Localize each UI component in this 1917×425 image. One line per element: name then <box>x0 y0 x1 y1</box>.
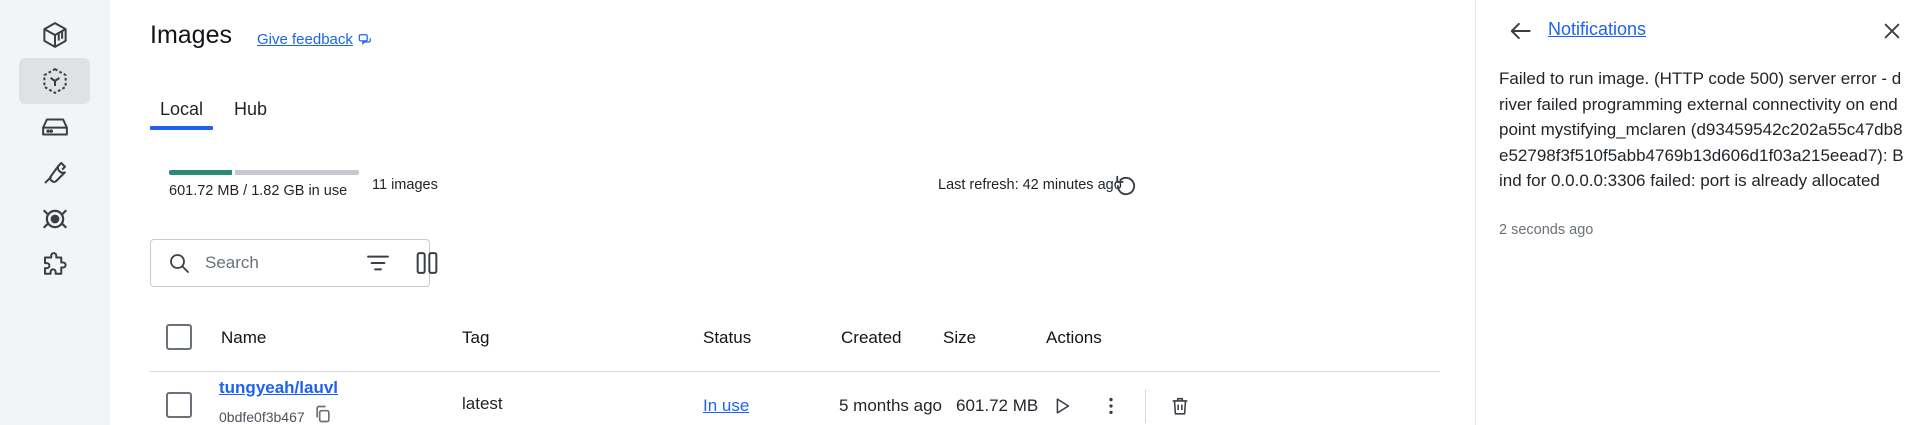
give-feedback-link[interactable]: Give feedback <box>257 31 372 48</box>
image-id: 0bdfe0f3b467 <box>219 409 305 425</box>
containers-icon <box>42 22 67 48</box>
refresh-button[interactable] <box>1110 170 1142 202</box>
disk-usage-text: 601.72 MB / 1.82 GB in use <box>169 183 348 199</box>
search-icon <box>170 254 189 273</box>
close-icon <box>1884 23 1900 39</box>
select-all-checkbox[interactable] <box>166 324 192 350</box>
notifications-panel: Notifications Failed to run image. (HTTP… <box>1475 0 1917 425</box>
disk-usage-fill <box>169 170 232 175</box>
actions-divider <box>1145 389 1146 423</box>
trash-icon <box>1172 397 1188 415</box>
refresh-icon <box>1116 175 1136 196</box>
sidebar-item-builds[interactable] <box>19 150 90 196</box>
feedback-icon <box>358 33 371 45</box>
columns-icon <box>416 252 438 274</box>
more-vertical-icon <box>1109 397 1113 415</box>
tab-hub[interactable]: Hub <box>224 98 277 130</box>
table-header: Name Tag Status Created Size Actions <box>150 318 1440 372</box>
image-count: 11 images <box>372 177 438 193</box>
disk-usage-gap <box>232 170 235 175</box>
row-checkbox[interactable] <box>166 392 192 418</box>
notification-time: 2 seconds ago <box>1499 222 1594 238</box>
column-size[interactable]: Size <box>943 328 976 348</box>
status-link[interactable]: In use <box>703 396 749 416</box>
back-button[interactable] <box>1506 16 1536 46</box>
images-icon <box>42 68 67 94</box>
image-tag: latest <box>462 394 503 413</box>
tab-bar: Local Hub <box>150 98 288 130</box>
column-status[interactable]: Status <box>703 328 751 348</box>
disk-usage-bar <box>169 170 359 175</box>
filter-icon <box>367 255 389 271</box>
column-tag[interactable]: Tag <box>462 328 489 348</box>
docker-scout-icon <box>42 209 67 229</box>
table-row[interactable]: tungyeah/lauvl 0bdfe0f3b467 latest In us… <box>150 372 1440 425</box>
sidebar-item-extensions[interactable] <box>19 242 90 288</box>
tab-local[interactable]: Local <box>150 98 214 130</box>
column-name[interactable]: Name <box>221 328 266 348</box>
copy-icon <box>316 405 330 423</box>
last-refresh-text: Last refresh: 42 minutes ago <box>938 177 1122 193</box>
page-title: Images <box>150 21 232 49</box>
column-actions: Actions <box>1046 328 1102 347</box>
sidebar-item-containers[interactable] <box>19 12 90 58</box>
more-actions-button[interactable] <box>1097 392 1125 420</box>
columns-button[interactable] <box>411 247 443 279</box>
notifications-title[interactable]: Notifications <box>1548 19 1646 40</box>
notification-message: Failed to run image. (HTTP code 500) ser… <box>1499 69 1904 190</box>
copy-id-button[interactable] <box>313 404 333 424</box>
sidebar-item-scout[interactable] <box>19 196 90 242</box>
volumes-icon <box>41 118 68 136</box>
sidebar-item-volumes[interactable] <box>19 104 90 150</box>
delete-button[interactable] <box>1166 392 1194 420</box>
image-name-link[interactable]: tungyeah/lauvl <box>219 378 338 398</box>
image-size: 601.72 MB <box>956 396 1039 415</box>
builds-icon <box>43 162 66 184</box>
sidebar <box>0 0 110 425</box>
play-icon <box>1056 398 1070 414</box>
filter-button[interactable] <box>362 247 394 279</box>
sidebar-item-images[interactable] <box>19 58 90 104</box>
give-feedback-label: Give feedback <box>257 31 353 48</box>
arrow-left-icon <box>1510 22 1531 40</box>
column-created[interactable]: Created <box>841 328 901 348</box>
image-created: 5 months ago <box>839 396 943 415</box>
close-button[interactable] <box>1877 16 1907 46</box>
extensions-icon <box>43 252 67 275</box>
images-view: Images Give feedback Local Hub 601.72 MB… <box>110 0 1475 425</box>
run-button[interactable] <box>1048 392 1076 420</box>
